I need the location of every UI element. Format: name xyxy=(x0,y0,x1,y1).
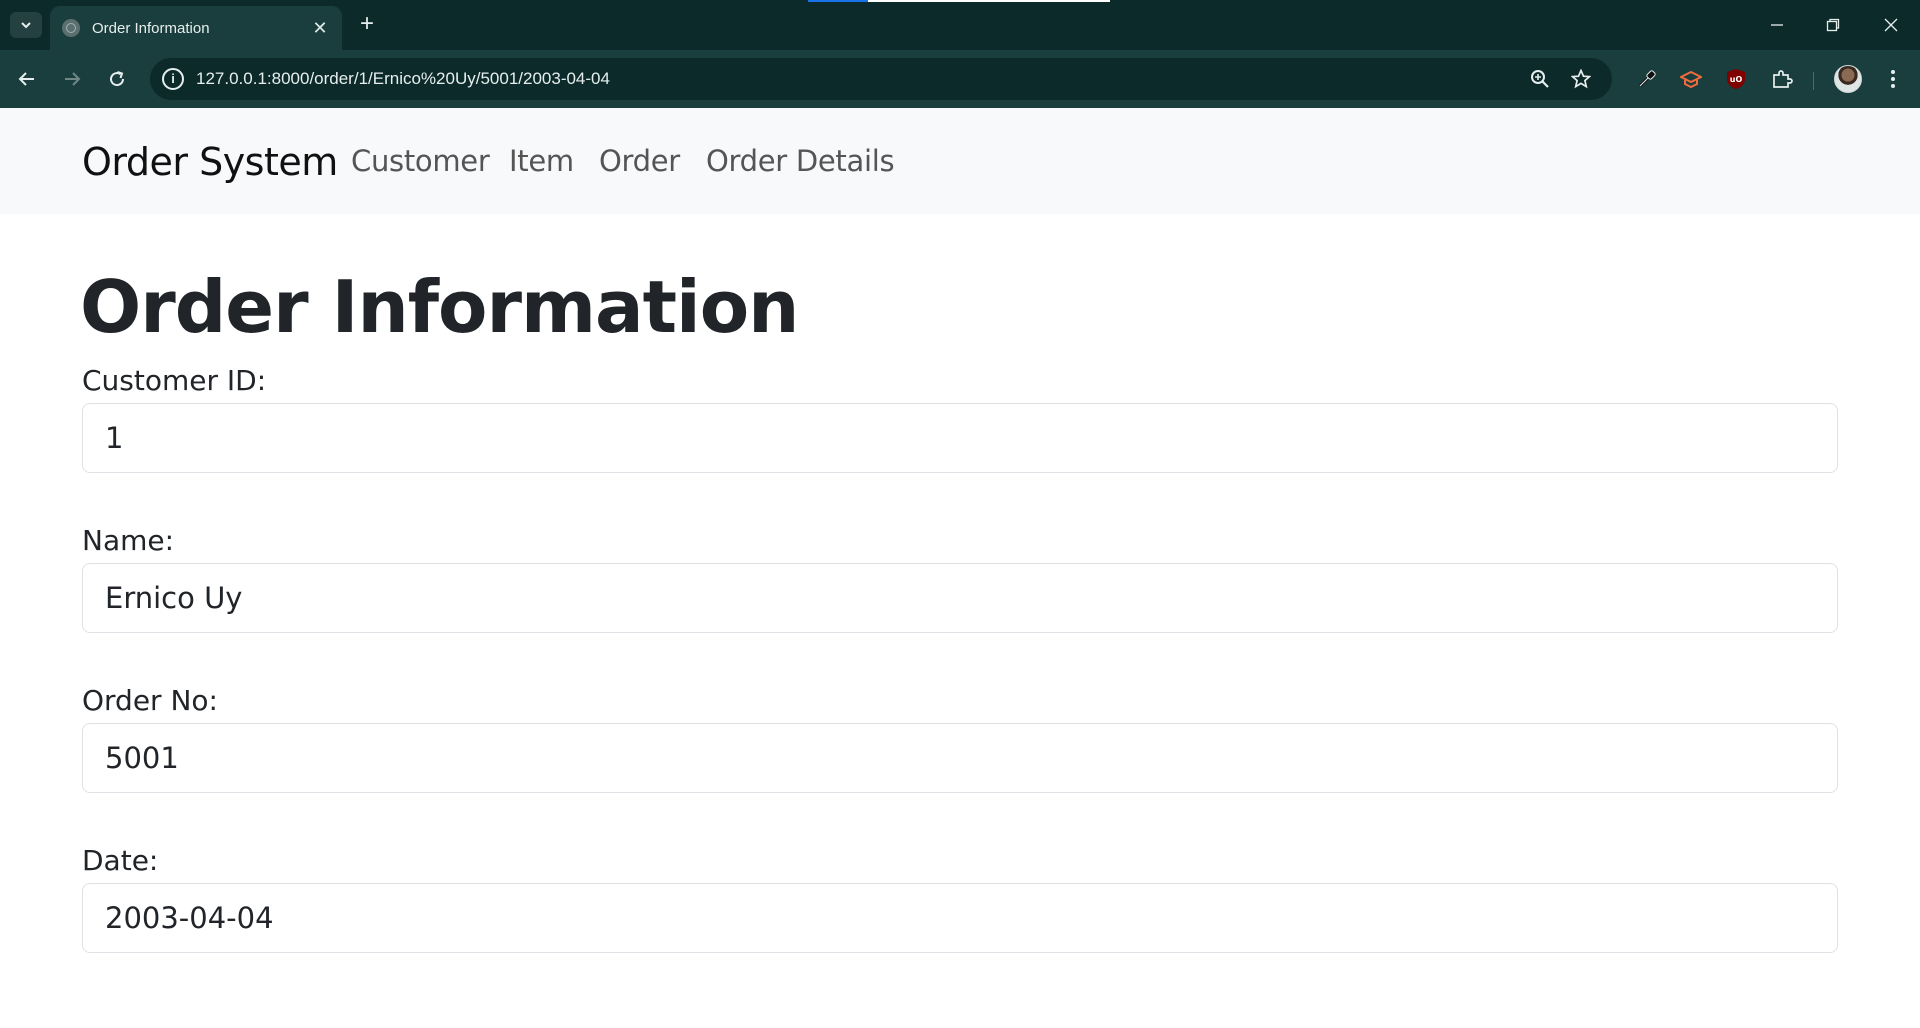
tab-search-button[interactable] xyxy=(10,12,42,38)
browser-toolbar: i 127.0.0.1:8000/order/1/Ernico%20Uy/500… xyxy=(0,50,1920,108)
close-icon xyxy=(1884,18,1898,32)
profile-avatar[interactable] xyxy=(1834,65,1862,93)
svg-text:uO: uO xyxy=(1730,75,1743,84)
ublock-extension-icon[interactable]: uO xyxy=(1721,64,1751,94)
restore-icon xyxy=(1826,18,1840,32)
url-text[interactable]: 127.0.0.1:8000/order/1/Ernico%20Uy/5001/… xyxy=(196,69,610,89)
name-field[interactable] xyxy=(82,563,1838,633)
toolbar-divider xyxy=(1813,72,1814,90)
nav-link-order-details[interactable]: Order Details xyxy=(706,144,895,178)
browser-tab[interactable]: Order Information ✕ xyxy=(50,6,342,50)
graduation-cap-icon xyxy=(1680,70,1702,89)
customer-id-label: Customer ID: xyxy=(82,364,267,397)
reload-button[interactable] xyxy=(102,64,132,94)
page-content: Order System Customer Item Order Order D… xyxy=(0,108,1920,1028)
site-info-icon[interactable]: i xyxy=(162,68,184,90)
menu-button[interactable] xyxy=(1878,64,1908,94)
restore-button[interactable] xyxy=(1818,10,1848,40)
close-window-button[interactable] xyxy=(1876,10,1906,40)
shield-icon: uO xyxy=(1727,69,1745,89)
customer-id-field[interactable] xyxy=(82,403,1838,473)
kebab-menu-icon xyxy=(1891,70,1895,88)
order-no-field[interactable] xyxy=(82,723,1838,793)
app-navbar: Order System Customer Item Order Order D… xyxy=(0,108,1920,214)
chevron-down-icon xyxy=(21,22,31,29)
back-button[interactable] xyxy=(12,64,42,94)
address-bar[interactable]: i 127.0.0.1:8000/order/1/Ernico%20Uy/500… xyxy=(150,58,1612,100)
browser-titlebar: Order Information ✕ + xyxy=(0,0,1920,50)
name-label: Name: xyxy=(82,524,175,557)
puzzle-icon xyxy=(1773,70,1793,88)
star-icon xyxy=(1571,69,1591,89)
extensions-button[interactable] xyxy=(1767,64,1797,94)
nav-link-order[interactable]: Order xyxy=(599,144,680,178)
arrow-left-icon xyxy=(18,72,34,86)
minimize-icon xyxy=(1771,24,1783,26)
date-label: Date: xyxy=(82,844,159,877)
minimize-button[interactable] xyxy=(1762,10,1792,40)
nav-link-customer[interactable]: Customer xyxy=(351,144,490,178)
eyedropper-icon xyxy=(1638,70,1656,88)
globe-icon xyxy=(62,19,80,37)
tab-title: Order Information xyxy=(92,19,210,37)
eyedropper-extension-icon[interactable] xyxy=(1632,64,1662,94)
loading-indicator-track xyxy=(868,0,1110,2)
graduation-extension-icon[interactable] xyxy=(1676,64,1706,94)
close-tab-icon[interactable]: ✕ xyxy=(310,18,330,39)
magnifier-plus-icon xyxy=(1531,70,1549,88)
arrow-right-icon xyxy=(65,72,81,86)
new-tab-button[interactable]: + xyxy=(354,12,380,38)
nav-link-item[interactable]: Item xyxy=(509,144,574,178)
order-no-label: Order No: xyxy=(82,684,218,717)
reload-icon xyxy=(110,71,125,87)
loading-indicator xyxy=(808,0,868,2)
zoom-icon[interactable] xyxy=(1528,67,1552,91)
bookmark-star-icon[interactable] xyxy=(1569,67,1593,91)
forward-button[interactable] xyxy=(57,64,87,94)
navbar-brand[interactable]: Order System xyxy=(82,140,338,184)
page-title: Order Information xyxy=(80,265,799,349)
date-field[interactable] xyxy=(82,883,1838,953)
